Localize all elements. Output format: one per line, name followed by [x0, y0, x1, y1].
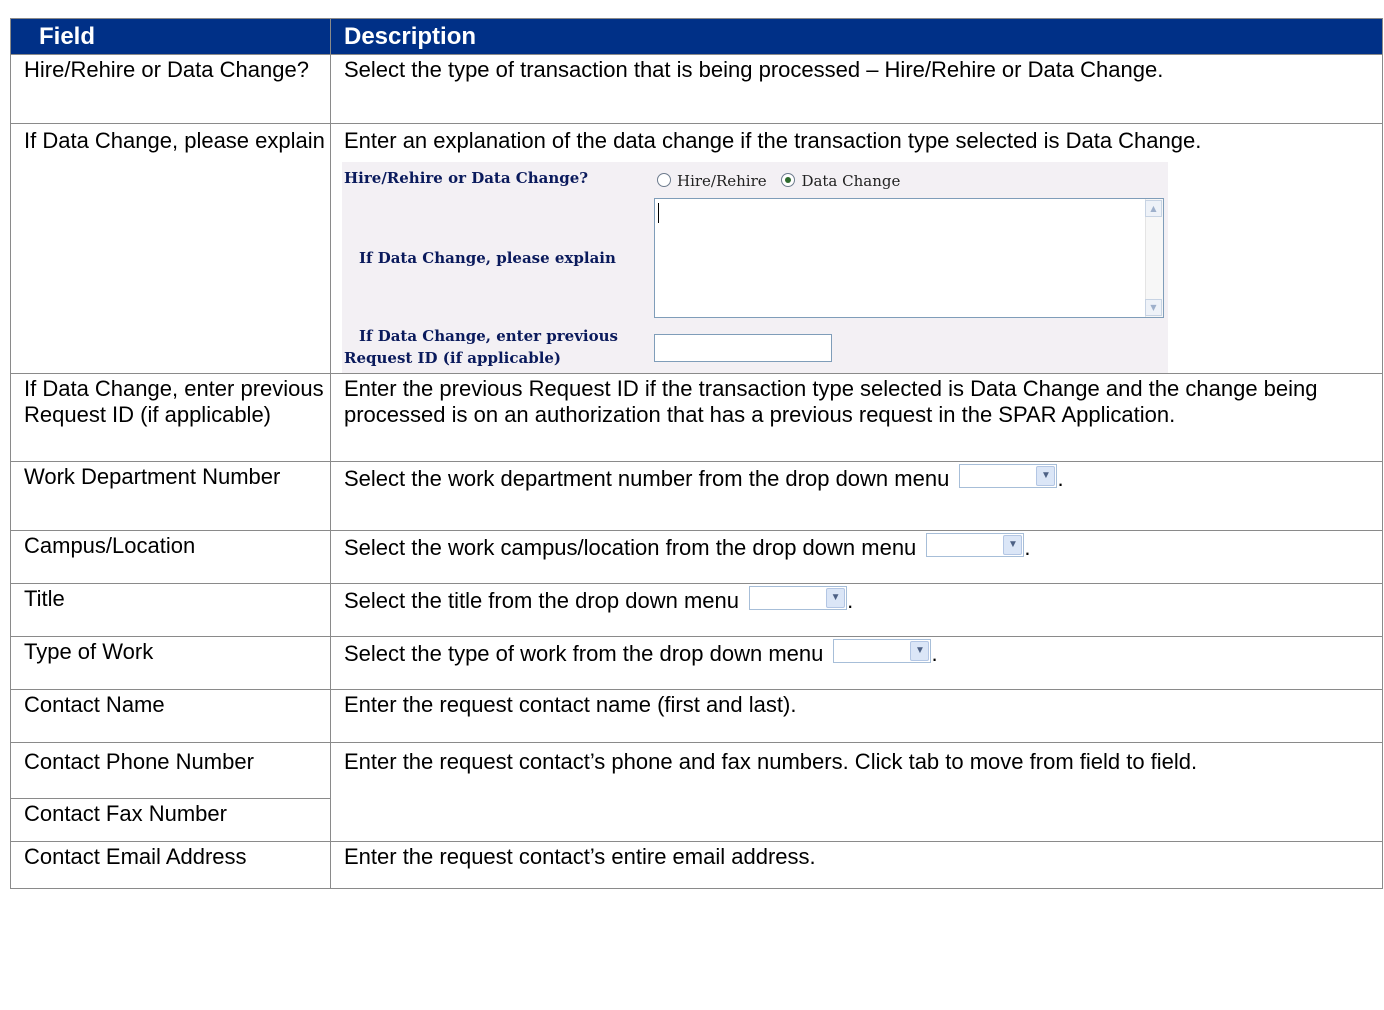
field-cell: If Data Change, enter previous Request I… [10, 373, 331, 462]
field-cell: Type of Work [10, 636, 331, 690]
type-of-work-dropdown[interactable]: ▼ [833, 639, 932, 663]
field-cell: Title [10, 583, 331, 637]
textarea-scrollbar[interactable]: ▲ ▼ [1145, 199, 1163, 317]
campus-dropdown[interactable]: ▼ [926, 533, 1025, 557]
description-cell: Enter the request contact’s phone and fa… [330, 742, 1383, 842]
field-cell: Work Department Number [10, 461, 331, 531]
form-label-explain: If Data Change, please explain [359, 249, 616, 267]
table-header-row: Field Description [10, 18, 1383, 55]
field-cell: Hire/Rehire or Data Change? [10, 54, 331, 124]
chevron-down-icon[interactable]: ▼ [1003, 535, 1023, 555]
scroll-down-icon[interactable]: ▼ [1145, 299, 1162, 316]
radio-hire-rehire-label: Hire/Rehire [677, 172, 767, 190]
header-field: Field [10, 18, 331, 55]
description-text: Select the type of work from the drop do… [344, 641, 824, 666]
chevron-down-icon[interactable]: ▼ [826, 588, 846, 608]
period: . [847, 588, 854, 613]
radio-data-change[interactable] [781, 173, 796, 187]
form-example-screenshot: Hire/Rehire or Data Change? Hire/Rehire … [342, 162, 1168, 373]
description-cell: Select the title from the drop down menu… [330, 583, 1383, 637]
description-cell: Select the work campus/location from the… [330, 530, 1383, 584]
table-row: Contact Name Enter the request contact n… [10, 689, 1383, 743]
period: . [931, 641, 938, 666]
table-row: Work Department Number Select the work d… [10, 461, 1383, 531]
period: . [1024, 535, 1031, 560]
description-cell: Enter the request contact name (first an… [330, 689, 1383, 743]
field-cell: Campus/Location [10, 530, 331, 584]
description-text: Select the work department number from t… [344, 466, 950, 491]
description-text: Enter an explanation of the data change … [344, 128, 1202, 153]
form-label-request-id-line2: Request ID (if applicable) [344, 349, 562, 367]
period: . [1057, 466, 1064, 491]
table-row: Type of Work Select the type of work fro… [10, 636, 1383, 690]
table-row: Hire/Rehire or Data Change? Select the t… [10, 54, 1383, 124]
description-cell: Enter an explanation of the data change … [330, 123, 1383, 374]
field-cell: Contact Email Address [10, 841, 331, 889]
table-row: Title Select the title from the drop dow… [10, 583, 1383, 637]
scroll-up-icon[interactable]: ▲ [1145, 200, 1162, 217]
radio-group-transaction-type: Hire/Rehire Data Change [657, 168, 900, 194]
description-cell: Enter the request contact’s entire email… [330, 841, 1383, 889]
description-cell: Enter the previous Request ID if the tra… [330, 373, 1383, 462]
field-cell: If Data Change, please explain [10, 123, 331, 374]
text-caret [658, 203, 659, 223]
field-cell: Contact Phone Number [10, 742, 331, 799]
description-cell: Select the work department number from t… [330, 461, 1383, 531]
radio-data-change-label: Data Change [801, 172, 901, 190]
chevron-down-icon[interactable]: ▼ [1036, 466, 1056, 486]
field-description-table: Field Description Hire/Rehire or Data Ch… [10, 18, 1383, 889]
table-row: Contact Email Address Enter the request … [10, 841, 1383, 889]
description-cell: Select the type of transaction that is b… [330, 54, 1383, 124]
field-cell: Contact Fax Number [10, 798, 331, 842]
form-label-hire-or-change: Hire/Rehire or Data Change? [344, 169, 589, 187]
table-row: Campus/Location Select the work campus/l… [10, 530, 1383, 584]
header-description: Description [330, 18, 1383, 55]
request-id-input[interactable] [654, 334, 832, 362]
table-row: If Data Change, please explain Enter an … [10, 123, 1383, 374]
chevron-down-icon[interactable]: ▼ [910, 641, 930, 661]
description-text: Select the work campus/location from the… [344, 535, 917, 560]
table-row: If Data Change, enter previous Request I… [10, 373, 1383, 462]
explanation-textarea[interactable]: ▲ ▼ [654, 198, 1164, 318]
table-row: Contact Phone Number Enter the request c… [10, 742, 1383, 842]
radio-hire-rehire[interactable] [657, 173, 671, 187]
description-text: Select the title from the drop down menu [344, 588, 739, 613]
department-dropdown[interactable]: ▼ [959, 464, 1058, 488]
title-dropdown[interactable]: ▼ [749, 586, 848, 610]
description-cell: Select the type of work from the drop do… [330, 636, 1383, 690]
field-cell: Contact Name [10, 689, 331, 743]
form-label-request-id-line1: If Data Change, enter previous [359, 327, 618, 345]
